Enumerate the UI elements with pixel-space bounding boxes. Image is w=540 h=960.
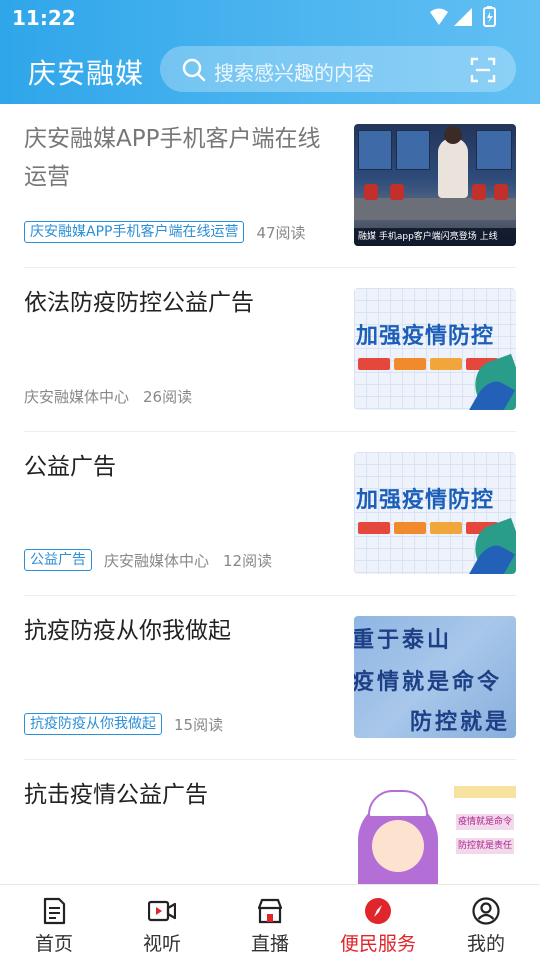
tab-profile[interactable]: 我的 [432,885,540,960]
scan-icon[interactable] [470,57,496,83]
news-source: 庆安融媒体中心 [24,387,130,406]
news-thumbnail[interactable]: 重于泰山 疫情就是命令 防控就是 [354,616,516,738]
thumbnail-text: 重于泰山 [354,628,453,653]
topic-tag[interactable]: 庆安融媒APP手机客户端在线运营 [24,221,245,243]
wifi-icon [430,8,448,25]
thumbnail-text: 加强疫情防控 [356,324,495,349]
news-item[interactable]: 庆安融媒APP手机客户端在线运营 庆安融媒APP手机客户端在线运营 47阅读 融… [24,104,516,268]
status-bar: 11:22 [0,0,540,36]
bottom-tab-bar: 首页 视听 直播 便民服务 我的 [0,884,540,960]
read-count: 26阅读 [143,387,193,406]
news-meta: 庆安融媒体中心 26阅读 [24,384,192,408]
store-icon [257,898,283,924]
topic-tag[interactable]: 抗疫防疫从你我做起 [24,713,162,735]
news-item[interactable]: 抗疫防疫从你我做起 抗疫防疫从你我做起 15阅读 重于泰山 疫情就是命令 防控就… [24,596,516,760]
news-source: 庆安融媒体中心 [104,551,210,570]
thumbnail-text: 防控就是 [410,710,511,735]
tab-label: 直播 [250,933,289,955]
news-meta: 公益广告 庆安融媒体中心 12阅读 [24,548,272,572]
search-icon [182,58,206,82]
news-thumbnail[interactable]: 疫情就是命令 防控就是责任 [354,780,516,884]
tab-live[interactable]: 直播 [216,885,324,960]
tab-services[interactable]: 便民服务 [324,885,432,960]
tab-home[interactable]: 首页 [0,885,108,960]
news-title[interactable]: 抗击疫情公益广告 [24,776,324,814]
tab-label: 便民服务 [339,933,416,955]
thumbnail-text: 防控就是责任 [456,838,514,854]
news-title[interactable]: 抗疫防疫从你我做起 [24,612,324,650]
news-thumbnail[interactable]: 加强疫情防控 [354,452,516,574]
tab-label: 我的 [466,933,505,955]
compass-icon [365,898,391,924]
news-item[interactable]: 抗击疫情公益广告 疫情就是命令 防控就是责任 [24,760,516,884]
news-feed[interactable]: 庆安融媒APP手机客户端在线运营 庆安融媒APP手机客户端在线运营 47阅读 融… [0,104,540,884]
news-item[interactable]: 公益广告 公益广告 庆安融媒体中心 12阅读 加强疫情防控 [24,432,516,596]
news-thumbnail[interactable]: 加强疫情防控 [354,288,516,410]
document-icon [43,897,66,925]
news-title[interactable]: 公益广告 [24,448,324,486]
search-input[interactable]: 搜索感兴趣的内容 [160,46,516,92]
news-title[interactable]: 依法防疫防控公益广告 [24,284,324,322]
news-thumbnail[interactable]: 融媒 手机app客户端闪亮登场 上线 [354,124,516,246]
tab-label: 视听 [142,933,181,955]
thumbnail-caption: 融媒 手机app客户端闪亮登场 上线 [354,228,516,246]
search-placeholder: 搜索感兴趣的内容 [214,61,374,85]
thumbnail-text: 疫情就是命令 [354,670,503,695]
read-count: 15阅读 [174,715,224,734]
user-icon [472,897,500,925]
tab-label: 首页 [34,933,73,955]
signal-icon [454,8,472,26]
topic-tag[interactable]: 公益广告 [24,549,92,571]
tab-video[interactable]: 视听 [108,885,216,960]
read-count: 12阅读 [223,551,273,570]
news-title[interactable]: 庆安融媒APP手机客户端在线运营 [24,120,324,196]
read-count: 47阅读 [256,223,306,242]
thumbnail-text: 加强疫情防控 [356,488,495,513]
video-icon [148,900,176,922]
app-title: 庆安融媒 [28,57,145,90]
status-icons [430,6,496,27]
app-header: 11:22 庆安融媒 搜索感兴趣的内容 [0,0,540,104]
news-meta: 庆安融媒APP手机客户端在线运营 47阅读 [24,220,306,244]
thumbnail-text: 疫情就是命令 [456,814,514,830]
news-meta: 抗疫防疫从你我做起 15阅读 [24,712,223,736]
status-time: 11:22 [12,6,76,30]
news-item[interactable]: 依法防疫防控公益广告 庆安融媒体中心 26阅读 加强疫情防控 [24,268,516,432]
